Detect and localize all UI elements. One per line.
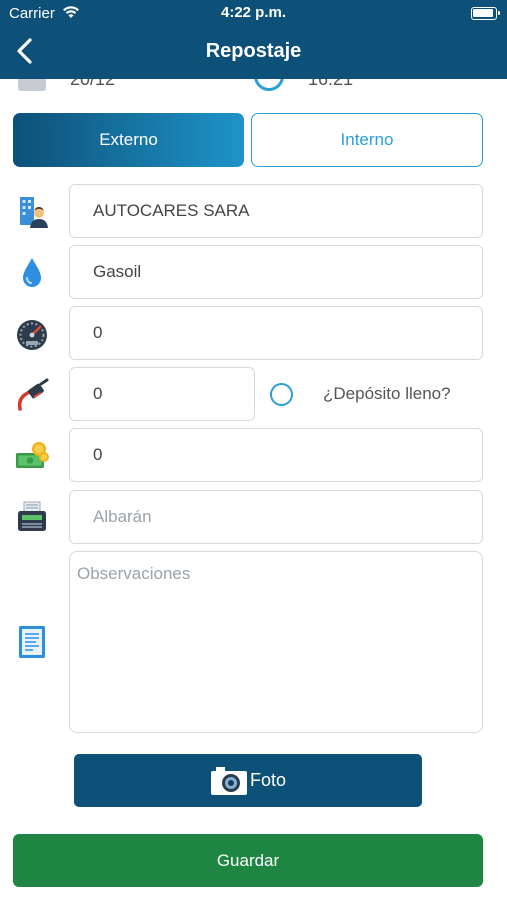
status-time: 4:22 p.m. xyxy=(220,4,287,21)
odometer-field[interactable]: 0 xyxy=(69,306,483,360)
top-bar: Carrier 4:22 p.m. Repostaje xyxy=(0,0,507,79)
full-tank-label: ¿Depósito lleno? xyxy=(323,384,451,403)
date-value[interactable]: 20/12 xyxy=(70,79,115,90)
time-value[interactable]: 16:21 xyxy=(308,79,353,90)
photo-button[interactable]: Foto xyxy=(74,754,422,807)
tab-interno[interactable]: Interno xyxy=(251,113,483,167)
amount-field[interactable]: 0 xyxy=(69,428,483,482)
battery-icon xyxy=(471,7,500,20)
calendar-icon[interactable] xyxy=(18,79,46,91)
company-building-icon xyxy=(20,197,48,228)
liters-field[interactable]: 0 xyxy=(69,367,255,421)
fuel-nozzle-icon xyxy=(17,378,49,411)
date-time-row: 20/12 16:21 xyxy=(0,79,507,93)
clock-icon[interactable] xyxy=(254,79,284,91)
photo-button-label: Foto xyxy=(249,770,287,790)
albaran-input[interactable]: Albarán xyxy=(69,490,483,544)
full-tank-radio[interactable] xyxy=(270,383,293,406)
status-bar: Carrier 4:22 p.m. xyxy=(0,0,507,28)
ticket-printer-icon xyxy=(18,501,46,531)
nav-bar: Repostaje xyxy=(0,28,507,79)
observations-textarea[interactable]: Observaciones xyxy=(69,551,483,733)
save-button[interactable]: Guardar xyxy=(13,834,483,887)
company-field[interactable]: AUTOCARES SARA xyxy=(69,184,483,238)
page-title: Repostaje xyxy=(205,40,302,62)
tab-externo[interactable]: Externo xyxy=(13,113,244,167)
odometer-gauge-icon xyxy=(17,320,47,350)
fuel-type-field[interactable]: Gasoil xyxy=(69,245,483,299)
money-icon xyxy=(16,442,49,468)
fuel-drop-icon xyxy=(23,258,41,287)
camera-icon xyxy=(210,766,247,795)
notes-document-icon xyxy=(19,626,45,658)
